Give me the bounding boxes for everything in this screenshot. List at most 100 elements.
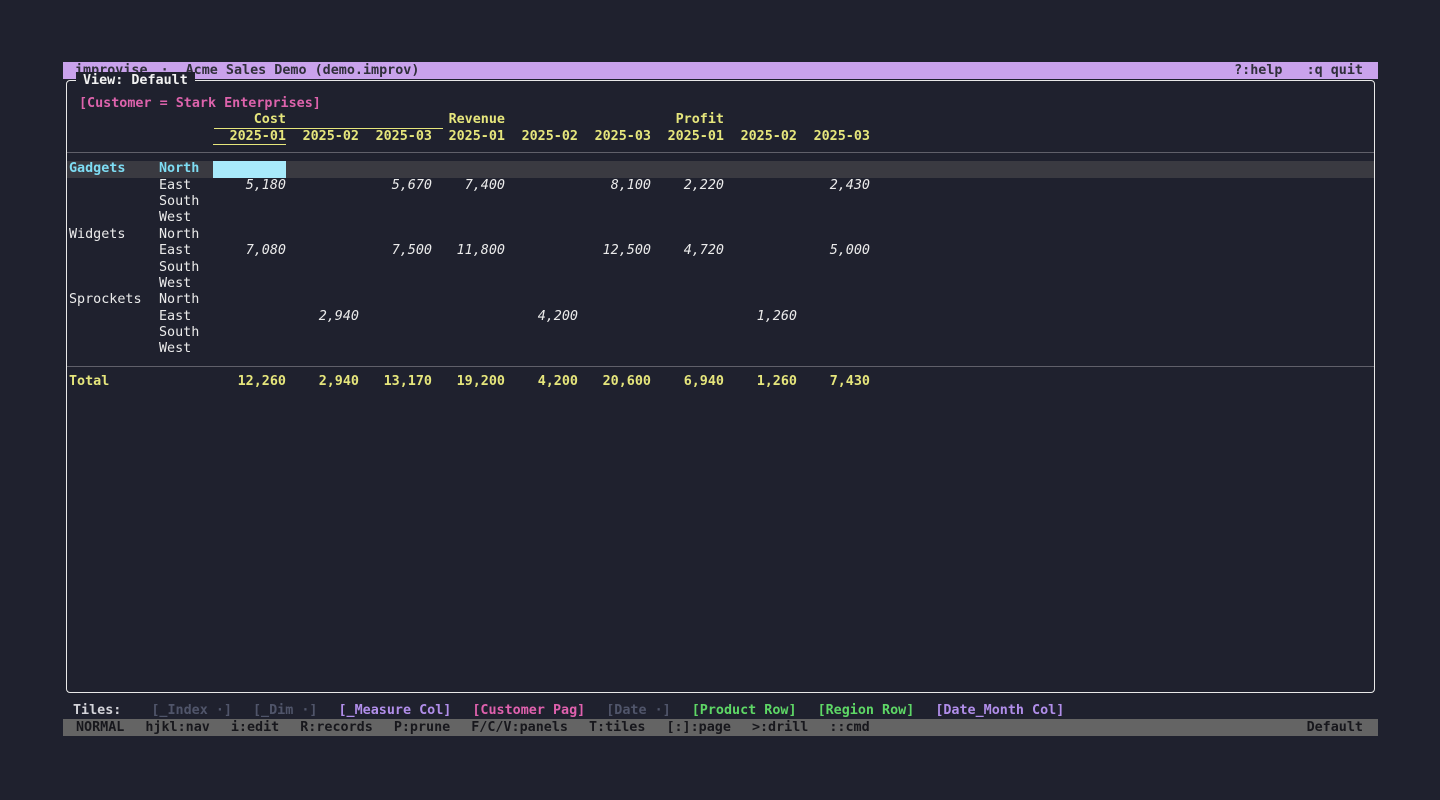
value-cell[interactable]	[578, 309, 651, 325]
value-cell[interactable]: 7,500	[359, 243, 432, 259]
value-cell[interactable]	[213, 309, 286, 325]
value-cell[interactable]: 12,500	[578, 243, 651, 259]
value-cell[interactable]	[797, 309, 870, 325]
value-cell[interactable]	[651, 260, 724, 276]
value-cell[interactable]	[505, 227, 578, 243]
value-cell[interactable]: 5,670	[359, 178, 432, 194]
value-cell[interactable]	[724, 161, 797, 177]
value-cell[interactable]	[213, 341, 286, 357]
value-cell[interactable]	[505, 325, 578, 341]
value-cell[interactable]	[578, 194, 651, 210]
value-cell[interactable]	[651, 309, 724, 325]
value-cell[interactable]	[724, 325, 797, 341]
value-cell[interactable]	[797, 276, 870, 292]
value-cell[interactable]	[286, 178, 359, 194]
value-cell[interactable]	[724, 276, 797, 292]
value-cell[interactable]	[578, 341, 651, 357]
value-cell[interactable]	[286, 341, 359, 357]
tile-region[interactable]: [Region Row]	[818, 702, 915, 719]
row-label-product[interactable]: Sprockets	[67, 292, 159, 308]
value-cell[interactable]	[213, 210, 286, 226]
value-cell[interactable]	[505, 178, 578, 194]
value-cell[interactable]	[432, 325, 505, 341]
value-cell[interactable]	[359, 210, 432, 226]
value-cell[interactable]	[286, 210, 359, 226]
row-label-product[interactable]	[67, 341, 159, 357]
row-label-region[interactable]: North	[159, 227, 213, 243]
value-cell[interactable]	[505, 210, 578, 226]
value-cell[interactable]	[359, 309, 432, 325]
value-cell[interactable]	[797, 227, 870, 243]
value-cell[interactable]	[724, 292, 797, 308]
value-cell[interactable]	[359, 341, 432, 357]
tile-customer[interactable]: [Customer Pag]	[472, 702, 585, 719]
row-label-region[interactable]: South	[159, 194, 213, 210]
value-cell[interactable]	[359, 227, 432, 243]
row-label-product[interactable]	[67, 178, 159, 194]
value-cell[interactable]	[651, 292, 724, 308]
value-cell[interactable]	[286, 276, 359, 292]
value-cell[interactable]	[797, 341, 870, 357]
month-header-cell[interactable]: 2025-01	[432, 129, 505, 145]
value-cell[interactable]	[286, 227, 359, 243]
value-cell[interactable]	[651, 194, 724, 210]
row-label-region[interactable]: East	[159, 178, 213, 194]
value-cell[interactable]	[359, 292, 432, 308]
value-cell[interactable]	[359, 276, 432, 292]
row-label-region[interactable]: North	[159, 292, 213, 308]
value-cell[interactable]	[359, 161, 432, 177]
month-header-cell[interactable]: 2025-01	[213, 129, 286, 145]
value-cell[interactable]	[578, 227, 651, 243]
value-cell[interactable]	[505, 260, 578, 276]
value-cell[interactable]	[505, 194, 578, 210]
row-label-region[interactable]: East	[159, 309, 213, 325]
value-cell[interactable]	[724, 227, 797, 243]
month-header-cell[interactable]: 2025-03	[797, 129, 870, 145]
value-cell[interactable]	[578, 276, 651, 292]
month-header-cell[interactable]: 2025-02	[505, 129, 578, 145]
row-label-product[interactable]	[67, 243, 159, 259]
value-cell[interactable]	[432, 227, 505, 243]
value-cell[interactable]	[724, 178, 797, 194]
value-cell[interactable]	[286, 243, 359, 259]
value-cell[interactable]	[724, 243, 797, 259]
row-label-product[interactable]	[67, 276, 159, 292]
value-cell[interactable]: 4,720	[651, 243, 724, 259]
value-cell[interactable]	[213, 292, 286, 308]
value-cell[interactable]	[578, 325, 651, 341]
value-cell[interactable]	[578, 210, 651, 226]
value-cell[interactable]	[578, 161, 651, 177]
value-cell[interactable]	[432, 161, 505, 177]
value-cell[interactable]	[797, 325, 870, 341]
row-label-product[interactable]	[67, 260, 159, 276]
value-cell[interactable]: 11,800	[432, 243, 505, 259]
value-cell[interactable]: 7,080	[213, 243, 286, 259]
value-cell[interactable]	[286, 161, 359, 177]
value-cell[interactable]: 2,940	[286, 309, 359, 325]
value-cell[interactable]	[797, 292, 870, 308]
value-cell[interactable]	[505, 243, 578, 259]
value-cell[interactable]: 7,400	[432, 178, 505, 194]
row-label-product[interactable]	[67, 210, 159, 226]
tile-date[interactable]: [Date ·]	[606, 702, 671, 719]
row-label-region[interactable]: East	[159, 243, 213, 259]
value-cell[interactable]	[651, 325, 724, 341]
value-cell[interactable]: 1,260	[724, 309, 797, 325]
row-label-product[interactable]	[67, 325, 159, 341]
filter-pill[interactable]: [Customer = Stark Enterprises]	[79, 96, 1374, 112]
value-cell[interactable]	[578, 292, 651, 308]
value-cell[interactable]: 4,200	[505, 309, 578, 325]
tile-date-month[interactable]: [Date_Month Col]	[935, 702, 1064, 719]
value-cell[interactable]	[432, 260, 505, 276]
value-cell[interactable]	[432, 210, 505, 226]
value-cell[interactable]	[724, 194, 797, 210]
selected-cell[interactable]	[213, 161, 286, 177]
value-cell[interactable]	[359, 325, 432, 341]
value-cell[interactable]	[505, 276, 578, 292]
value-cell[interactable]: 5,000	[797, 243, 870, 259]
tile-index[interactable]: [_Index ·]	[151, 702, 232, 719]
value-cell[interactable]	[213, 276, 286, 292]
value-cell[interactable]	[797, 194, 870, 210]
month-header-cell[interactable]: 2025-03	[359, 129, 432, 145]
value-cell[interactable]	[286, 325, 359, 341]
